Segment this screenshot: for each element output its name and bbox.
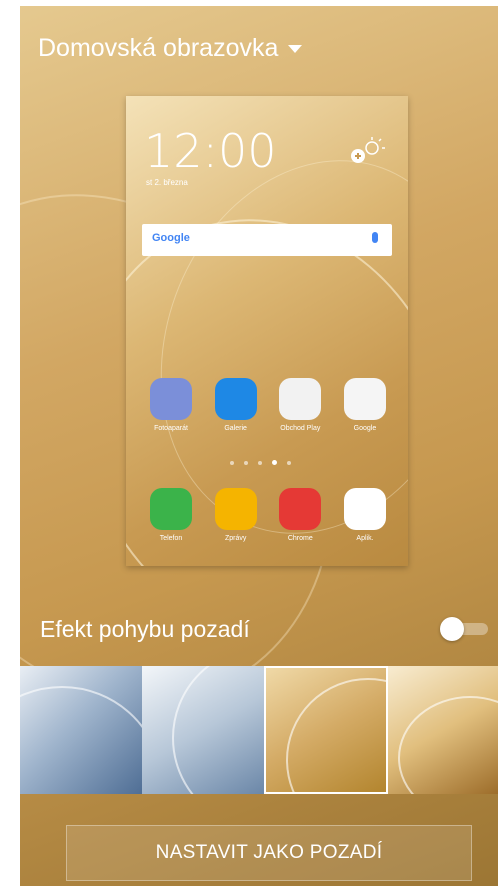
page-dot bbox=[287, 460, 291, 465]
page-dot bbox=[244, 460, 248, 465]
app-shortcut[interactable]: Galerie bbox=[205, 378, 267, 432]
app-shortcut[interactable]: Telefon bbox=[140, 488, 202, 542]
toggle-knob bbox=[440, 617, 464, 641]
wallpaper-screen: Domovská obrazovka 12:00 st 2. března Go… bbox=[20, 6, 498, 886]
app-label: Zprávy bbox=[224, 535, 247, 542]
page-dot bbox=[258, 460, 262, 465]
play-store-icon bbox=[279, 378, 322, 420]
app-label: Chrome bbox=[287, 535, 313, 542]
app-label: Obchod Play bbox=[280, 425, 321, 432]
gallery-app-icon bbox=[214, 378, 257, 420]
app-dock: Telefon Zprávy Chrome Aplik. bbox=[140, 488, 396, 542]
chrome-app-icon bbox=[279, 488, 322, 530]
google-logo: Google bbox=[152, 232, 190, 244]
dropdown-caret-icon bbox=[288, 44, 303, 53]
motion-effect-toggle[interactable] bbox=[440, 617, 490, 641]
mic-icon[interactable] bbox=[372, 232, 378, 243]
wallpaper-thumb-blue-dark[interactable] bbox=[20, 666, 142, 794]
app-label: Aplik. bbox=[356, 535, 374, 542]
messages-app-icon bbox=[214, 488, 257, 530]
app-shortcut[interactable]: Chrome bbox=[269, 488, 331, 542]
app-shortcut[interactable]: Fotoaparát bbox=[140, 378, 202, 432]
camera-app-icon bbox=[150, 378, 192, 420]
set-wallpaper-button[interactable]: NASTAVIT JAKO POZADÍ bbox=[66, 825, 472, 881]
phone-app-icon bbox=[150, 488, 192, 530]
motion-effect-label: Efekt pohybu pozadí bbox=[40, 616, 250, 642]
google-search-bar[interactable]: Google bbox=[142, 224, 392, 256]
app-label: Fotoaparát bbox=[154, 425, 188, 432]
app-label: Galerie bbox=[224, 425, 247, 432]
app-shortcut[interactable]: Zprávy bbox=[205, 488, 267, 542]
wallpaper-strip[interactable] bbox=[20, 666, 498, 794]
page-indicator bbox=[230, 460, 291, 465]
apps-grid-icon bbox=[343, 488, 386, 530]
preview-date: st 2. března bbox=[146, 178, 188, 187]
app-shortcut[interactable]: Obchod Play bbox=[269, 378, 331, 432]
app-label: Telefon bbox=[159, 535, 183, 542]
screen-selector-label: Domovská obrazovka bbox=[38, 34, 279, 62]
wallpaper-thumb-gold-ribbon[interactable] bbox=[388, 666, 498, 794]
app-shortcut[interactable]: Google bbox=[334, 378, 396, 432]
weather-icon bbox=[351, 137, 385, 163]
preview-clock: 12:00 bbox=[144, 124, 277, 178]
screen-selector[interactable]: Domovská obrazovka bbox=[38, 34, 303, 63]
wallpaper-thumb-gold-selected[interactable] bbox=[264, 666, 388, 794]
app-label: Google bbox=[353, 425, 377, 432]
page-dot bbox=[272, 460, 277, 465]
wallpaper-thumb-blue-light[interactable] bbox=[142, 666, 264, 794]
app-shortcut[interactable]: Aplik. bbox=[334, 488, 396, 542]
app-row: Fotoaparát Galerie Obchod Play Google bbox=[140, 378, 396, 432]
wallpaper-preview: 12:00 st 2. března Google Fotoaparát Gale… bbox=[126, 96, 408, 566]
page-dot bbox=[230, 460, 234, 465]
google-folder-icon bbox=[343, 378, 386, 420]
